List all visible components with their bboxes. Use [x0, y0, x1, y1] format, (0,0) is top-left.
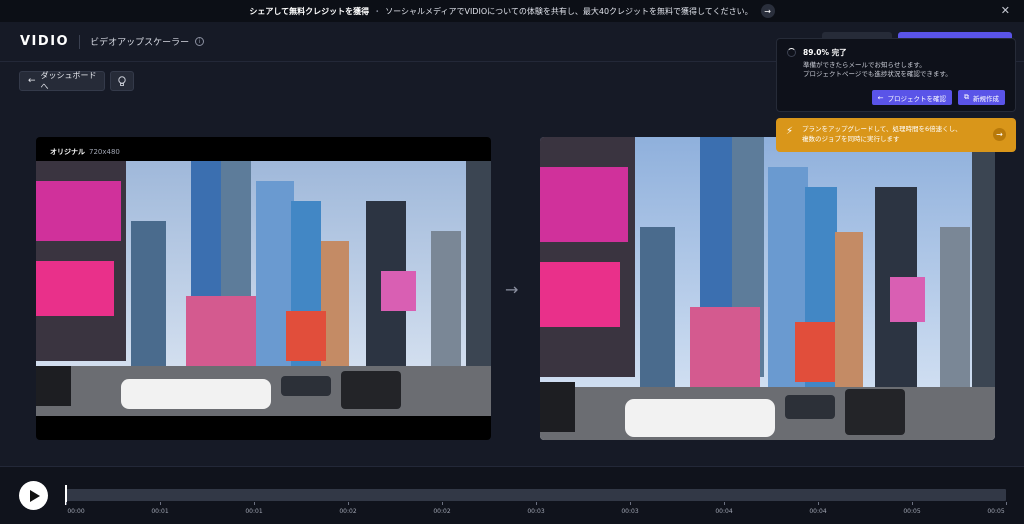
- external-link-icon: ⧉: [964, 93, 969, 101]
- times-square-image: [36, 161, 491, 416]
- timeline-tick-label: 00:04: [715, 508, 733, 515]
- timeline-tick-label: 00:03: [527, 508, 545, 515]
- timeline-track[interactable]: [66, 489, 1006, 501]
- original-title: オリジナル: [50, 148, 85, 156]
- original-resolution: 720x480: [89, 148, 120, 156]
- timeline-tick: [536, 502, 537, 505]
- logo[interactable]: VIDIO: [20, 34, 69, 49]
- progress-title: 89.0% 完了: [803, 48, 847, 57]
- play-icon: [30, 489, 40, 502]
- arrow-left-icon: ←: [28, 76, 36, 86]
- timeline-tick: [912, 502, 913, 505]
- upgrade-notification[interactable]: ⚡ プランをアップグレードして、処理時間を6倍速くし、 複数のジョブを同時に実行…: [776, 118, 1016, 152]
- banner-separator: ・: [373, 6, 382, 16]
- info-icon[interactable]: i: [195, 37, 205, 46]
- header-divider: [79, 34, 81, 49]
- timeline-tick: [630, 502, 631, 505]
- times-square-upscaled-image: [540, 137, 995, 440]
- timeline-tick: [66, 502, 67, 505]
- timeline-tick-label: 00:00: [67, 508, 85, 515]
- play-button[interactable]: [19, 481, 48, 510]
- timeline-tick: [254, 502, 255, 505]
- timeline-tick-label: 00:04: [809, 508, 827, 515]
- close-icon[interactable]: ✕: [1001, 4, 1010, 17]
- new-project-button[interactable]: ⧉ 新規作成: [958, 90, 1005, 105]
- new-project-label: 新規作成: [973, 94, 999, 103]
- timeline-tick: [724, 502, 725, 505]
- lightbulb-icon: [118, 75, 126, 86]
- spinner-icon: [787, 48, 796, 57]
- timeline-ticks: 00:00 00:01 00:01 00:02 00:02 00:03 00:03 00:04…: [66, 502, 1007, 522]
- tips-button[interactable]: [110, 71, 134, 91]
- timeline-tick-label: 00:01: [151, 508, 169, 515]
- back-button-label: ダッシュボードへ: [40, 71, 97, 91]
- progress-line-1: 準備ができたらメールでお知らせします。: [803, 61, 926, 69]
- progress-notification: 89.0% 完了 準備ができたらメールでお知らせします。 プロジェクトページでも…: [776, 38, 1016, 112]
- upscaled-preview-panel: [540, 137, 995, 440]
- check-project-label: プロジェクトを確認: [887, 94, 947, 103]
- original-video-frame[interactable]: [36, 161, 491, 416]
- back-to-dashboard-button[interactable]: ← ダッシュボードへ: [19, 71, 105, 91]
- timeline-tick-label: 00:05: [987, 508, 1005, 515]
- arrow-right-icon: →: [505, 280, 519, 299]
- timeline-tick-label: 00:02: [339, 508, 357, 515]
- timeline-tick-label: 00:03: [621, 508, 639, 515]
- arrow-left-icon: ←: [877, 93, 884, 102]
- original-preview-panel: オリジナル 720x480: [36, 137, 491, 440]
- progress-line-2: プロジェクトページでも進捗状況を確認できます。: [803, 70, 952, 78]
- timeline-tick-label: 00:01: [245, 508, 263, 515]
- check-project-button[interactable]: ← プロジェクトを確認: [871, 90, 952, 105]
- banner-text: ソーシャルメディアでVIDIOについての体験を共有し、最大40クレジットを無料で…: [385, 6, 753, 16]
- timeline-tick: [160, 502, 161, 505]
- upgrade-line-1: プランをアップグレードして、処理時間を6倍速くし、: [802, 125, 962, 133]
- timeline-tick-label: 00:05: [903, 508, 921, 515]
- upscaled-video-frame[interactable]: [540, 137, 995, 440]
- timeline-tick-label: 00:02: [433, 508, 451, 515]
- timeline-tick: [1006, 502, 1007, 505]
- lightning-icon: ⚡: [786, 126, 794, 137]
- arrow-right-icon[interactable]: →: [993, 128, 1006, 141]
- arrow-right-icon[interactable]: →: [760, 4, 775, 18]
- tool-title: ビデオアップスケーラー: [90, 38, 190, 48]
- timeline-tick: [442, 502, 443, 505]
- upgrade-line-2: 複数のジョブを同時に実行します: [802, 135, 900, 143]
- banner-bold-text: シェアして無料クレジットを獲得: [249, 6, 370, 16]
- promo-banner: シェアして無料クレジットを獲得 ・ ソーシャルメディアでVIDIOについての体験…: [0, 0, 1024, 22]
- original-label: オリジナル 720x480: [50, 147, 120, 157]
- timeline-tick: [818, 502, 819, 505]
- timeline-tick: [348, 502, 349, 505]
